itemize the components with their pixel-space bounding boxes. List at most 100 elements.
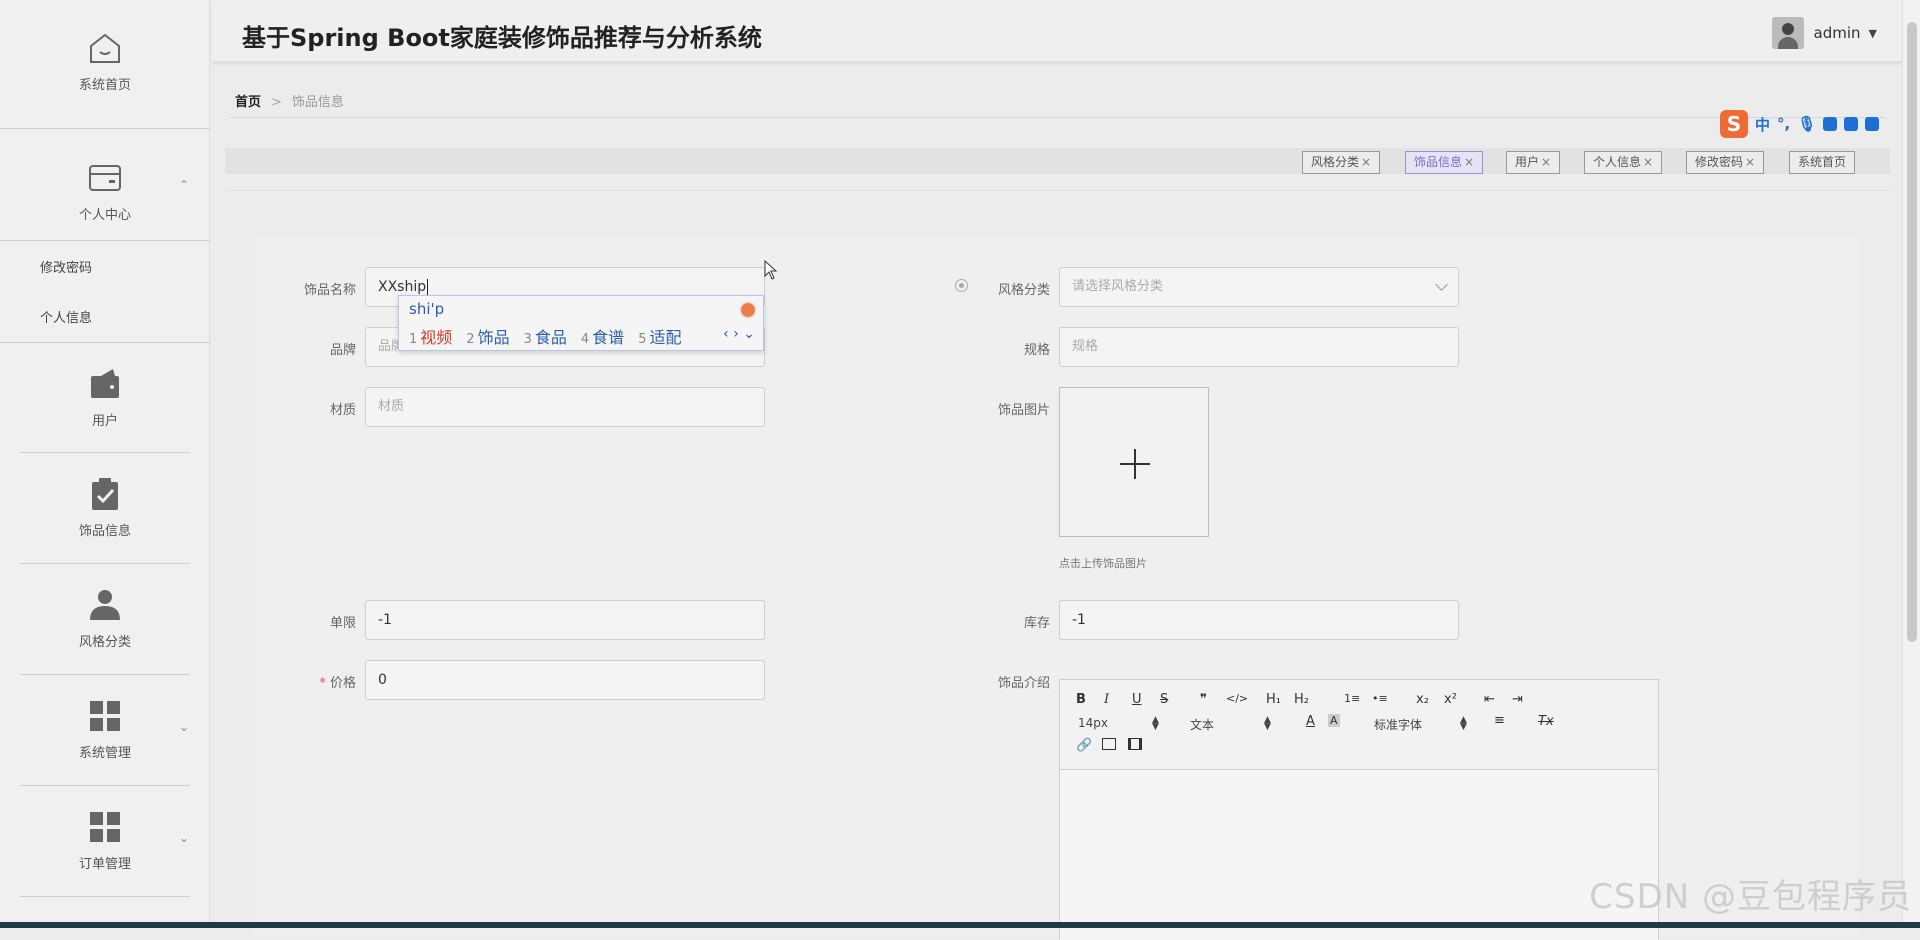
italic-button[interactable]: I [1104,692,1109,707]
candidate-number: 2 [466,332,474,347]
superscript-button[interactable]: x² [1444,692,1457,707]
h1-button[interactable]: H₁ [1266,692,1281,707]
sidebar-item-label: 订单管理 [0,853,210,872]
close-icon[interactable]: × [1745,155,1755,169]
page-title: 基于Spring Boot家庭装修饰品推荐与分析系统 [242,18,762,53]
style-label: 风格分类 [940,279,1050,298]
bullet-list-button[interactable]: •≡ [1372,692,1388,705]
editor-toolbar: B I U S ❞ </> H₁ H₂ 1≡ •≡ x₂ x² ⇤ ⇥ 14px… [1060,680,1658,770]
chevron-down-icon[interactable]: ⌄ [179,831,189,845]
divider [20,674,190,675]
divider [20,452,190,453]
clean-format-button[interactable]: Tx [1538,714,1554,729]
strike-button[interactable]: S [1160,692,1168,707]
ime-candidate-popup[interactable]: shi'p 1视频 2饰品 3食品 4食谱 5适配 ‹ › ⌄ [398,295,764,351]
font-size-select[interactable]: 14px [1078,716,1108,730]
material-input[interactable]: 材质 [365,387,765,427]
quote-button[interactable]: ❞ [1200,692,1207,707]
username[interactable]: admin [1814,24,1861,42]
video-icon[interactable] [1128,738,1142,750]
chevron-up-icon[interactable]: ⌃ [179,178,189,192]
close-icon[interactable]: × [1464,155,1474,169]
code-button[interactable]: </> [1226,692,1248,705]
select-arrows-icon: ▲▼ [1152,717,1159,731]
ime-mode[interactable]: 中 [1755,114,1770,135]
ime-candidate[interactable]: 5适配 [638,324,681,348]
scrollbar[interactable] [1902,0,1920,928]
tab-decor-info[interactable]: 饰品信息× [1405,151,1483,174]
ime-toolbar[interactable]: S 中 °, 🎙 [1718,109,1894,139]
candidate-word: 视频 [420,328,452,347]
h2-button[interactable]: H₂ [1294,692,1309,707]
spec-input[interactable]: 规格 [1059,327,1459,367]
sogou-logo-icon[interactable]: S [1720,110,1748,138]
breadcrumb-home[interactable]: 首页 [235,95,261,110]
breadcrumb-separator: > [271,95,282,110]
tab-style-category[interactable]: 风格分类× [1302,151,1380,174]
indent-button[interactable]: ⇥ [1512,692,1523,707]
scrollbar-thumb[interactable] [1907,22,1917,642]
chevron-down-icon[interactable] [1435,278,1448,291]
limit-input[interactable]: -1 [365,600,765,640]
divider [225,190,1890,191]
ime-candidate[interactable]: 3食品 [524,324,567,348]
ime-candidate[interactable]: 2饰品 [466,324,509,348]
apps-icon[interactable] [1865,117,1879,131]
ime-page-nav[interactable]: ‹ › ⌄ [723,326,755,342]
caret-down-icon[interactable]: ▼ [1869,27,1877,40]
name-input-value: XXship [378,279,426,295]
background-color-icon[interactable]: A [1328,714,1340,727]
keyboard-icon[interactable] [1823,117,1837,131]
candidate-number: 5 [638,332,646,347]
rich-text-editor[interactable]: B I U S ❞ </> H₁ H₂ 1≡ •≡ x₂ x² ⇤ ⇥ 14px… [1059,679,1659,939]
ordered-list-button[interactable]: 1≡ [1344,692,1360,705]
divider [0,128,210,129]
style-select-placeholder: 请选择风格分类 [1072,279,1163,294]
person-icon [87,587,123,623]
close-icon[interactable]: × [1643,155,1653,169]
tab-change-password[interactable]: 修改密码× [1686,151,1764,174]
sidebar-item-home[interactable]: 系统首页 [0,30,210,93]
image-uploader[interactable] [1059,387,1209,537]
style-select[interactable]: 请选择风格分类 [1059,267,1459,307]
link-icon[interactable]: 🔗 [1076,738,1092,753]
font-family-select[interactable]: 标准字体 [1374,716,1422,733]
ime-candidate[interactable]: 4食谱 [581,324,624,348]
sidebar-item-decor-info[interactable]: 饰品信息 [0,476,210,539]
ime-punct[interactable]: °, [1777,115,1790,133]
editor-content-area[interactable] [1060,770,1658,940]
stock-input[interactable]: -1 [1059,600,1459,640]
tab-personal-info[interactable]: 个人信息× [1584,151,1662,174]
price-input[interactable]: 0 [365,660,765,700]
header: 基于Spring Boot家庭装修饰品推荐与分析系统 admin ▼ [212,0,1902,62]
sidebar-item-user[interactable]: 用户 [0,366,210,429]
image-icon[interactable] [1102,738,1116,750]
limit-label: 单限 [246,612,356,631]
sidebar-subitem-personal-info[interactable]: 个人信息 [40,307,92,326]
microphone-icon[interactable]: 🎙 [1797,115,1816,133]
font-color-icon[interactable]: A [1306,714,1315,729]
user-menu[interactable]: admin ▼ [1772,17,1877,49]
align-icon[interactable]: ≡ [1494,713,1505,728]
subscript-button[interactable]: x₂ [1416,692,1429,707]
avatar[interactable] [1772,17,1804,49]
price-label-text: 价格 [330,676,356,691]
underline-button[interactable]: U [1132,692,1142,707]
shirt-icon[interactable] [1844,117,1858,131]
intro-label: 饰品介绍 [940,672,1050,691]
mouse-cursor-icon [764,260,778,280]
text-type-select[interactable]: 文本 [1190,716,1214,733]
bold-button[interactable]: B [1076,692,1086,707]
plus-icon [1134,449,1136,479]
sidebar-item-style-category[interactable]: 风格分类 [0,587,210,650]
ime-skin-icon[interactable] [739,301,757,319]
tab-system-home[interactable]: 系统首页 [1789,151,1855,174]
tab-user[interactable]: 用户× [1506,151,1560,174]
divider [20,563,190,564]
ime-candidate[interactable]: 1视频 [409,324,452,348]
close-icon[interactable]: × [1541,155,1551,169]
close-icon[interactable]: × [1361,155,1371,169]
chevron-down-icon[interactable]: ⌄ [179,720,189,734]
outdent-button[interactable]: ⇤ [1484,692,1495,707]
sidebar-subitem-change-password[interactable]: 修改密码 [40,257,92,276]
